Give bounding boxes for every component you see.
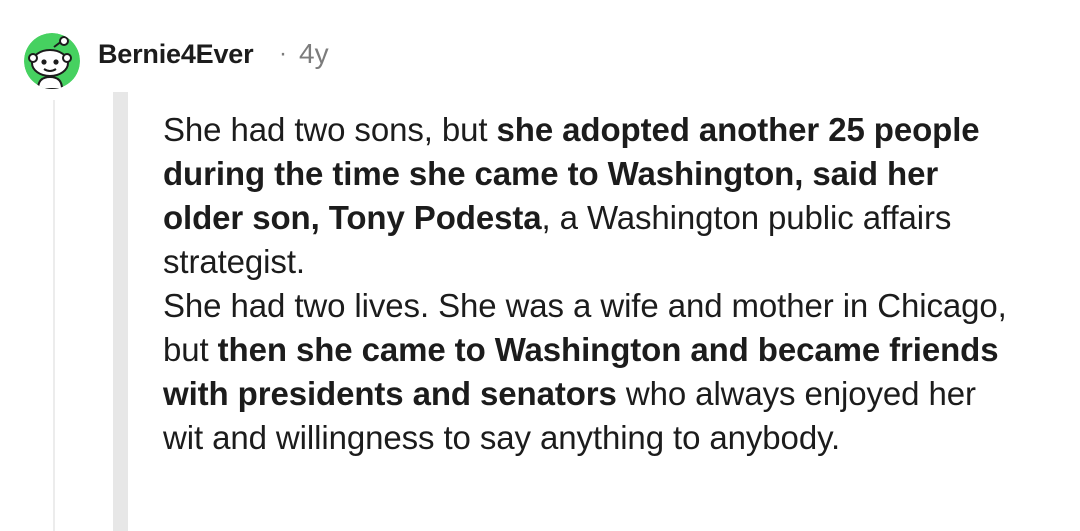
quote-text-run: She had two sons, but <box>163 111 497 148</box>
quote-paragraph: She had two sons, but she adopted anothe… <box>163 108 1023 284</box>
quote-paragraph: She had two lives. She was a wife and mo… <box>163 284 1023 460</box>
user-avatar[interactable] <box>24 33 80 89</box>
comment-age[interactable]: 4y <box>299 35 329 73</box>
blockquote-text: She had two sons, but she adopted anothe… <box>163 108 1023 460</box>
comment: Bernie4Ever · 4y She had two sons, but s… <box>0 0 1080 531</box>
blockquote-bar <box>113 92 128 531</box>
thread-collapse-line[interactable] <box>53 100 55 531</box>
snoo-avatar-icon <box>24 33 80 89</box>
meta-separator: · <box>279 40 287 67</box>
username[interactable]: Bernie4Ever <box>98 35 254 73</box>
